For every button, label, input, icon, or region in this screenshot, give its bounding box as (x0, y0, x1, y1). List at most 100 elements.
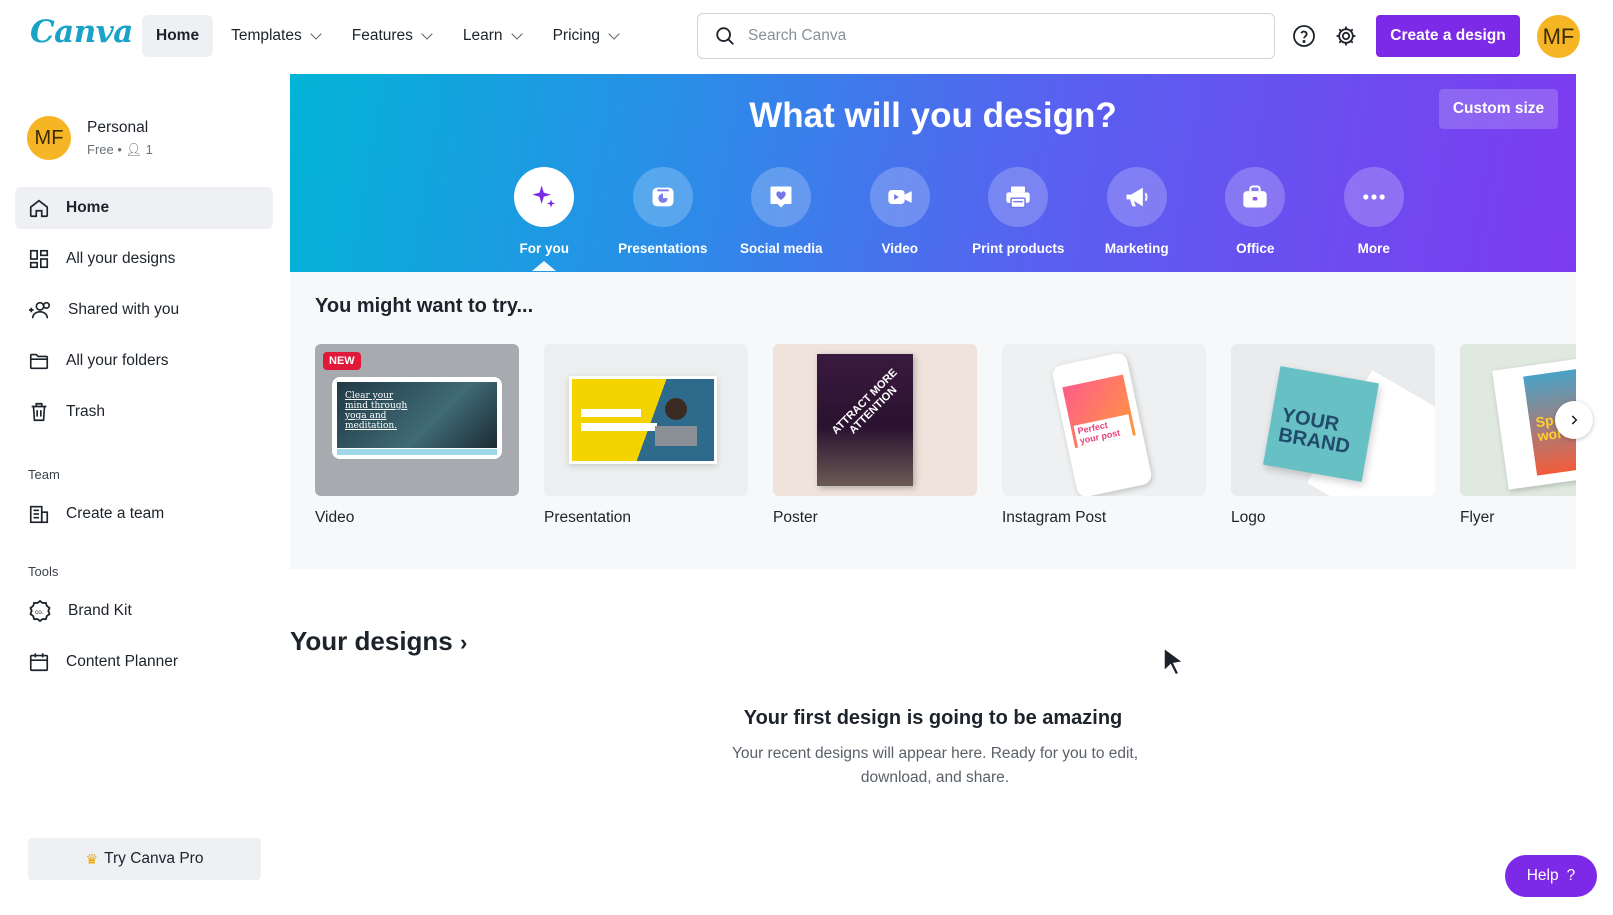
sidebar-item-content-planner[interactable]: Content Planner (15, 641, 273, 683)
settings-button[interactable] (1329, 19, 1363, 53)
account-plan: Free • 👤︎ 1 (87, 142, 153, 158)
carousel-next-button[interactable] (1555, 401, 1593, 439)
suggestion-card-instagram-post[interactable]: Perfect your post Instagram Post (1002, 344, 1206, 527)
category-label: Social media (739, 241, 823, 256)
top-navigation-bar: Canva Home Templates Features Learn Pric… (0, 0, 1613, 74)
nav-learn-label: Learn (462, 27, 503, 44)
sidebar-item-home[interactable]: Home (15, 187, 273, 229)
suggestions-title: You might want to try... (315, 295, 534, 317)
poster-thumbnail: ATTRACT MORE ATTENTION (773, 344, 977, 496)
category-presentations[interactable]: Presentations (604, 167, 723, 256)
search-bar[interactable] (697, 13, 1275, 59)
account-info: Personal Free • 👤︎ 1 (87, 119, 153, 158)
suggestion-card-poster[interactable]: ATTRACT MORE ATTENTION Poster (773, 344, 977, 527)
heart-icon (770, 186, 792, 208)
chevron-down-icon (421, 28, 433, 40)
category-print-products[interactable]: Print products (959, 167, 1078, 256)
card-label: Presentation (544, 509, 632, 526)
nav-learn[interactable]: Learn (449, 15, 535, 57)
card-label: Instagram Post (1002, 509, 1107, 526)
svg-text:co.: co. (35, 609, 44, 616)
suggestion-card-flyer[interactable]: Sp the word Flyer (1460, 344, 1576, 527)
nav-templates[interactable]: Templates (217, 15, 334, 57)
mouse-cursor-icon (1163, 646, 1185, 676)
new-badge: NEW (323, 352, 361, 370)
category-label: Video (881, 241, 918, 256)
printer-icon (1006, 186, 1030, 209)
nav-home-label: Home (156, 27, 200, 44)
card-label: Flyer (1460, 509, 1495, 526)
more-dots-icon (1363, 194, 1385, 200)
briefcase-icon (1243, 185, 1267, 208)
logo-thumb-text: YOUR BRAND (1276, 404, 1352, 459)
suggestion-card-logo[interactable]: YOUR BRAND Logo (1231, 344, 1435, 527)
category-label: Office (1236, 241, 1275, 256)
brand-kit-icon: co. (29, 599, 51, 623)
nav-pricing[interactable]: Pricing (539, 15, 632, 57)
custom-size-button[interactable]: Custom size (1439, 89, 1558, 129)
suggestion-card-video[interactable]: NEW Clear your mind through yoga and med… (315, 344, 519, 527)
category-label: Presentations (618, 241, 708, 256)
create-design-button[interactable]: Create a design (1376, 15, 1520, 57)
sidebar-item-label: Trash (66, 403, 106, 420)
sidebar-item-label: All your folders (66, 352, 169, 369)
gear-icon (1336, 26, 1356, 46)
category-for-you[interactable]: For you (485, 167, 604, 271)
category-more[interactable]: More (1315, 167, 1434, 256)
help-chat-button[interactable]: Help? (1505, 855, 1597, 897)
category-label: For you (519, 241, 570, 256)
sidebar-item-create-team[interactable]: Create a team (15, 493, 273, 535)
nav-home[interactable]: Home (142, 15, 214, 57)
sidebar-item-all-designs[interactable]: All your designs (15, 238, 273, 280)
category-label: Marketing (1104, 241, 1169, 256)
suggestions-panel: You might want to try... NEW Clear your … (290, 272, 1576, 569)
category-office[interactable]: Office (1196, 167, 1315, 256)
sidebar-item-label: Shared with you (68, 301, 180, 318)
canva-logo[interactable]: Canva (30, 14, 133, 50)
sidebar-item-brand-kit[interactable]: co. Brand Kit (15, 590, 273, 632)
megaphone-icon (1126, 187, 1148, 207)
shared-users-icon (29, 301, 50, 319)
search-input[interactable] (748, 27, 1228, 45)
team-icon (29, 505, 49, 524)
your-designs-title: Your designs (290, 626, 453, 656)
your-designs-link[interactable]: Your designs › (290, 626, 467, 657)
card-label: Logo (1231, 509, 1266, 526)
chevron-right-icon: › (460, 630, 468, 655)
video-thumbnail: NEW Clear your mind through yoga and med… (315, 344, 519, 496)
card-label: Video (315, 509, 355, 526)
hero-title: What will you design? (749, 96, 1117, 135)
sidebar-item-trash[interactable]: Trash (15, 391, 273, 433)
sidebar-item-shared[interactable]: Shared with you (15, 289, 273, 331)
design-hero-banner: What will you design? Custom size For yo… (290, 74, 1576, 272)
sidebar-item-label: Home (66, 199, 110, 216)
empty-state-title: Your first design is going to be amazing (743, 707, 1123, 729)
user-avatar[interactable]: MF (1537, 15, 1580, 58)
main-nav: Home Templates Features Learn Pricing (142, 15, 632, 57)
logo-thumbnail: YOUR BRAND (1231, 344, 1435, 496)
member-icon: 👤︎ (125, 141, 143, 157)
account-avatar: MF (27, 116, 71, 160)
search-icon (716, 27, 734, 45)
instagram-thumbnail: Perfect your post (1002, 344, 1206, 496)
category-social-media[interactable]: Social media (722, 167, 841, 256)
sidebar-item-folders[interactable]: All your folders (15, 340, 273, 382)
account-switcher[interactable]: MF Personal Free • 👤︎ 1 (27, 116, 153, 160)
nav-templates-label: Templates (231, 27, 302, 44)
folder-icon (29, 353, 49, 370)
help-label: Help (1526, 867, 1559, 884)
crown-icon: ♛ (85, 850, 99, 867)
tools-heading: Tools (28, 564, 59, 579)
category-marketing[interactable]: Marketing (1078, 167, 1197, 256)
trash-icon (31, 402, 47, 422)
suggestion-card-presentation[interactable]: Presentation (544, 344, 748, 527)
presentation-icon (652, 187, 674, 207)
sidebar-item-label: All your designs (66, 250, 176, 267)
help-button[interactable] (1287, 19, 1321, 53)
try-canva-pro-button[interactable]: ♛ Try Canva Pro (28, 838, 261, 880)
empty-state-line-2: download, and share. (860, 769, 1010, 786)
nav-features[interactable]: Features (338, 15, 445, 57)
category-video[interactable]: Video (841, 167, 960, 256)
empty-state-description: Your recent designs will appear here. Re… (0, 742, 1613, 790)
presentation-thumbnail (544, 344, 748, 496)
